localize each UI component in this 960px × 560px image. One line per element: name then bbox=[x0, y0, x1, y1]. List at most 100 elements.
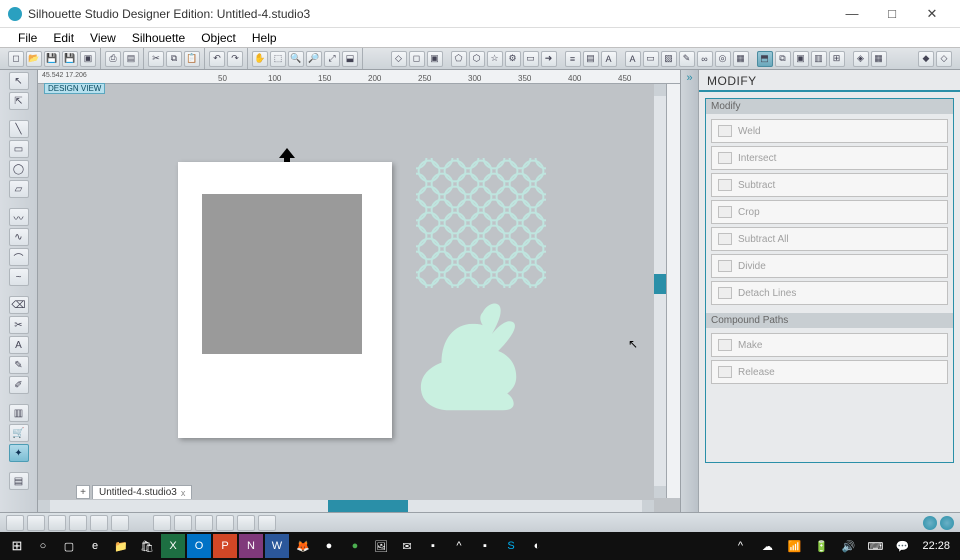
bunny-shape[interactable] bbox=[410, 302, 540, 418]
line-dash-button[interactable] bbox=[174, 515, 192, 531]
shape-group-icon[interactable]: ▣ bbox=[427, 51, 443, 67]
outlook-icon[interactable]: O bbox=[187, 534, 211, 558]
trace-icon[interactable]: ▦ bbox=[733, 51, 749, 67]
fill-shade-button[interactable] bbox=[90, 515, 108, 531]
excel-icon[interactable]: X bbox=[161, 534, 185, 558]
path-icon[interactable]: ∞ bbox=[697, 51, 713, 67]
copy-button[interactable]: ⧉ bbox=[166, 51, 182, 67]
word-icon[interactable]: W bbox=[265, 534, 289, 558]
app-icon-6[interactable]: ◐ bbox=[525, 534, 549, 558]
draw-star-icon[interactable]: ☆ bbox=[487, 51, 503, 67]
fill-icon[interactable]: ▣ bbox=[793, 51, 809, 67]
edge-icon[interactable]: e bbox=[83, 534, 107, 558]
crop-button[interactable]: Crop bbox=[711, 200, 948, 224]
library-button[interactable]: ▥ bbox=[9, 404, 29, 422]
tray-network-icon[interactable]: 📶 bbox=[782, 534, 806, 558]
fill-gradient-button[interactable] bbox=[48, 515, 66, 531]
distribute-icon[interactable]: ▤ bbox=[583, 51, 599, 67]
subtract-all-button[interactable]: Subtract All bbox=[711, 227, 948, 251]
horizontal-scrollbar[interactable] bbox=[38, 500, 654, 512]
zoom-in-button[interactable]: 🔍 bbox=[288, 51, 304, 67]
store-button[interactable]: 🛒 bbox=[9, 424, 29, 442]
onenote-icon[interactable]: N bbox=[239, 534, 263, 558]
lace-pattern-shape[interactable] bbox=[416, 158, 546, 288]
skype-icon[interactable]: S bbox=[499, 534, 523, 558]
taskbar-clock[interactable]: 22:28 bbox=[916, 540, 956, 552]
knife-icon[interactable]: ✎ bbox=[679, 51, 695, 67]
powerpoint-icon[interactable]: P bbox=[213, 534, 237, 558]
line-icon[interactable]: ▥ bbox=[811, 51, 827, 67]
menu-file[interactable]: File bbox=[10, 29, 45, 47]
detach-lines-button[interactable]: Detach Lines bbox=[711, 281, 948, 305]
draw-note-tool[interactable]: ✎ bbox=[9, 356, 29, 374]
outline-button[interactable] bbox=[111, 515, 129, 531]
menu-help[interactable]: Help bbox=[244, 29, 285, 47]
release-compound-button[interactable]: Release bbox=[711, 360, 948, 384]
cortana-icon[interactable]: ○ bbox=[31, 534, 55, 558]
draw-arrow-icon[interactable]: ➜ bbox=[541, 51, 557, 67]
vertical-scrollbar[interactable] bbox=[654, 84, 666, 498]
undo-button[interactable]: ↶ bbox=[209, 51, 225, 67]
line-tool[interactable]: ╲ bbox=[9, 120, 29, 138]
select-tool[interactable]: ↖ bbox=[9, 72, 29, 90]
save-plus-button[interactable]: 💾 bbox=[62, 51, 78, 67]
intersect-button[interactable]: Intersect bbox=[711, 146, 948, 170]
cut-button[interactable]: ✂ bbox=[148, 51, 164, 67]
save-other-button[interactable]: ▣ bbox=[80, 51, 96, 67]
text-align-icon[interactable]: A bbox=[625, 51, 641, 67]
panel-collapse-button[interactable]: » bbox=[680, 70, 698, 512]
draw-hexagon-icon[interactable]: ⬡ bbox=[469, 51, 485, 67]
shape-select-icon[interactable]: ◇ bbox=[391, 51, 407, 67]
minimize-button[interactable]: — bbox=[832, 2, 872, 26]
new-button[interactable]: ◻ bbox=[8, 51, 24, 67]
smooth-tool[interactable]: ~ bbox=[9, 268, 29, 286]
task-view-icon[interactable]: ▢ bbox=[57, 534, 81, 558]
close-button[interactable]: ✕ bbox=[912, 2, 952, 26]
close-tab-button[interactable]: x bbox=[181, 488, 186, 498]
menu-view[interactable]: View bbox=[82, 29, 124, 47]
photos-icon[interactable]: 🖼 bbox=[369, 534, 393, 558]
eraser-tool[interactable]: ⌫ bbox=[9, 296, 29, 314]
rect-tool[interactable]: ▭ bbox=[9, 140, 29, 158]
effects-b-icon[interactable]: ◇ bbox=[936, 51, 952, 67]
maximize-button[interactable]: □ bbox=[872, 2, 912, 26]
layers-icon[interactable]: ▭ bbox=[643, 51, 659, 67]
zoom-extents-button[interactable]: ⤢ bbox=[324, 51, 340, 67]
hscroll-thumb[interactable] bbox=[328, 500, 408, 512]
line-width-button[interactable] bbox=[195, 515, 213, 531]
registration-icon[interactable]: ◈ bbox=[853, 51, 869, 67]
subtract-button[interactable]: Subtract bbox=[711, 173, 948, 197]
app-icon-2[interactable]: ● bbox=[343, 534, 367, 558]
app-icon-4[interactable]: ^ bbox=[447, 534, 471, 558]
tray-lang-icon[interactable]: ⌨ bbox=[863, 534, 887, 558]
save-button[interactable]: 💾 bbox=[44, 51, 60, 67]
modify-panel-icon[interactable]: ⬒ bbox=[757, 51, 773, 67]
effects-a-icon[interactable]: ◆ bbox=[918, 51, 934, 67]
offset-icon[interactable]: ◎ bbox=[715, 51, 731, 67]
extra-button[interactable] bbox=[258, 515, 276, 531]
replicate-icon[interactable]: ⧉ bbox=[775, 51, 791, 67]
align-left-icon[interactable]: ≡ bbox=[565, 51, 581, 67]
start-button[interactable]: ⊞ bbox=[5, 534, 29, 558]
polygon-tool[interactable]: ▱ bbox=[9, 180, 29, 198]
line-color-button[interactable] bbox=[237, 515, 255, 531]
shape-add-icon[interactable]: ◻ bbox=[409, 51, 425, 67]
tray-volume-icon[interactable]: 🔊 bbox=[836, 534, 860, 558]
redo-button[interactable]: ↷ bbox=[227, 51, 243, 67]
weld-button[interactable]: Weld bbox=[711, 119, 948, 143]
knife-tool[interactable]: ✂ bbox=[9, 316, 29, 334]
make-compound-button[interactable]: Make bbox=[711, 333, 948, 357]
text-tool[interactable]: A bbox=[9, 336, 29, 354]
draw-gear-icon[interactable]: ⚙ bbox=[505, 51, 521, 67]
menu-silhouette[interactable]: Silhouette bbox=[124, 29, 193, 47]
divide-button[interactable]: Divide bbox=[711, 254, 948, 278]
fill-color-button[interactable] bbox=[27, 515, 45, 531]
line-cap-button[interactable] bbox=[216, 515, 234, 531]
app-icon-5[interactable]: ▪ bbox=[473, 534, 497, 558]
eyedropper-tool[interactable]: ✐ bbox=[9, 376, 29, 394]
fill-none-button[interactable] bbox=[6, 515, 24, 531]
zoom-out-button[interactable]: 🔎 bbox=[306, 51, 322, 67]
menu-edit[interactable]: Edit bbox=[45, 29, 82, 47]
tray-onedrive-icon[interactable]: ☁ bbox=[755, 534, 779, 558]
page-setup-icon[interactable]: ▦ bbox=[871, 51, 887, 67]
